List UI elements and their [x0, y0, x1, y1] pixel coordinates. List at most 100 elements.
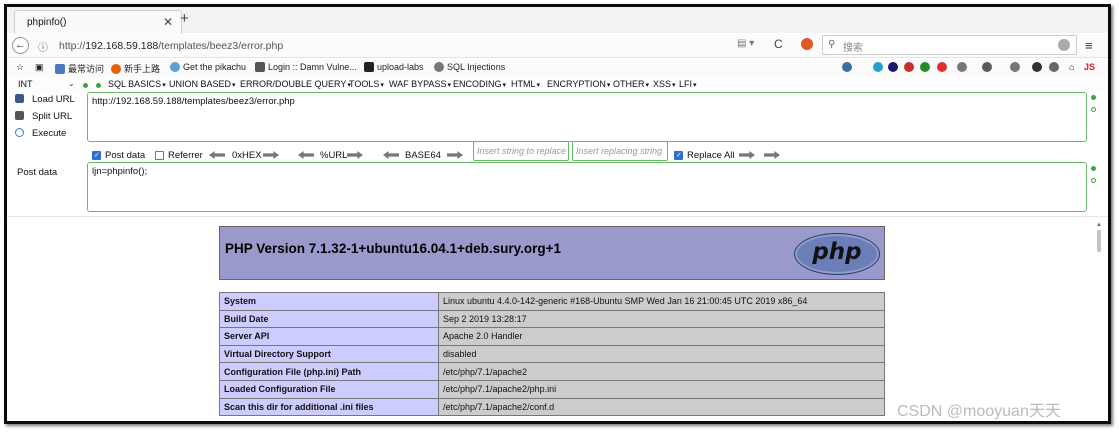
menu-encryption[interactable]: ENCRYPTION [547, 79, 610, 89]
addon-icon[interactable] [1010, 62, 1020, 72]
back-button[interactable]: ← [12, 37, 29, 54]
base64-encode-arrow-icon[interactable] [383, 151, 399, 159]
search-placeholder: 搜索 [843, 43, 863, 54]
phpinfo-table: System Linux ubuntu 4.4.0-142-generic #16… [219, 292, 885, 417]
url-textarea[interactable]: http://192.168.59.188/templates/beez3/er… [87, 92, 1087, 142]
row-key: Build Date [219, 309, 439, 329]
url-prefix: http:// [59, 40, 86, 52]
folder-icon [55, 64, 65, 74]
bookmark-item[interactable]: 最常访问 [55, 62, 104, 75]
page-icon [255, 62, 265, 72]
menu-encoding[interactable]: ENCODING [453, 79, 506, 89]
php-version-title: PHP Version 7.1.32-1+ubuntu16.04.1+deb.s… [225, 241, 562, 256]
post-data-textarea[interactable]: ljn=phpinfo(); [87, 162, 1087, 212]
row-key: Server API [219, 327, 439, 346]
replace-all-checkbox[interactable] [674, 151, 683, 160]
browser-window: phpinfo() ✕ + ← ⓘ http://192.168.59.188/… [4, 4, 1111, 424]
base64-decode-arrow-icon[interactable] [447, 151, 463, 159]
row-key: Loaded Configuration File [219, 379, 439, 399]
referrer-checkbox[interactable] [155, 151, 164, 160]
replace-string-input[interactable]: Insert string to replace [473, 141, 569, 161]
bookmarks-toolbar: ☆ ▣ 最常访问 新手上路 Get the pikachu Login :: D… [7, 59, 1108, 77]
url-decode-arrow-icon[interactable] [347, 151, 363, 159]
bookmark-star-icon[interactable]: ☆ [16, 62, 24, 73]
status-dot [1091, 95, 1096, 100]
menu-union-based[interactable]: UNION BASED [169, 79, 236, 89]
row-key: Scan this dir for additional .ini files [219, 397, 439, 417]
menu-lfi[interactable]: LFI [679, 79, 697, 89]
menu-xss[interactable]: XSS [653, 79, 676, 89]
addon-icon[interactable] [842, 62, 852, 72]
hex-label: 0xHEX [232, 150, 262, 161]
search-input[interactable]: ⚲ 搜索 [822, 35, 1077, 55]
menu-html[interactable]: HTML [511, 79, 540, 89]
shield-icon[interactable] [920, 62, 930, 72]
table-row: Build Date Sep 2 2019 13:28:17 [219, 309, 885, 329]
addon-icon[interactable] [888, 62, 898, 72]
adblock-plus-icon[interactable] [904, 62, 914, 72]
firefox-icon [111, 64, 121, 74]
bookmark-item[interactable]: Get the pikachu [170, 62, 246, 72]
menu-other[interactable]: OTHER [613, 79, 649, 89]
menu-sql-basics[interactable]: SQL BASICS [108, 79, 166, 89]
tab-phpinfo[interactable]: phpinfo() ✕ [14, 10, 182, 34]
addon-icon[interactable] [957, 62, 967, 72]
bookmark-item[interactable]: SQL Injections [434, 62, 505, 72]
reader-icon[interactable]: ▣ [35, 62, 44, 73]
addon-icon[interactable] [982, 62, 992, 72]
row-key: Virtual Directory Support [219, 344, 439, 364]
scrollbar-thumb[interactable] [1097, 230, 1101, 252]
menu-waf-bypass[interactable]: WAF BYPASS [389, 79, 451, 89]
menu-error-double-query[interactable]: ERROR/DOUBLE QUERY [240, 79, 351, 89]
js-label[interactable]: JS [1084, 62, 1095, 72]
status-dot [83, 83, 88, 88]
download-icon[interactable] [1032, 62, 1042, 72]
load-url-button[interactable]: Load URL [15, 94, 75, 105]
split-icon [15, 111, 24, 120]
row-value: /etc/php/7.1/apache2/conf.d [438, 397, 885, 417]
scroll-up-icon[interactable]: ▲ [1096, 222, 1102, 228]
int-select[interactable]: INT ⌄ [18, 79, 75, 89]
scrollbar[interactable]: ▲ [1096, 222, 1103, 412]
hex-decode-arrow-icon[interactable] [263, 151, 279, 159]
post-data-checkbox[interactable] [92, 151, 101, 160]
replacing-string-input[interactable]: Insert replacing string [572, 141, 668, 161]
replace-all-label: Replace All [687, 150, 735, 161]
status-dot [1091, 178, 1096, 183]
url-path: /templates/beez3/error.php [158, 40, 284, 52]
status-dot [96, 83, 101, 88]
navigation-bar: ← ⓘ http://192.168.59.188/templates/beez… [7, 34, 1108, 58]
bookmark-item[interactable]: upload-labs [364, 62, 424, 72]
row-value: disabled [438, 344, 885, 364]
bookmark-item[interactable]: Login :: Damn Vulne... [255, 62, 357, 72]
url-label: %URL [320, 150, 348, 161]
php-logo[interactable]: php [794, 233, 880, 275]
hackbar-menu: INT⌄ SQL BASICS UNION BASED ERROR/DOUBLE… [7, 77, 1108, 93]
address-bar[interactable]: http://192.168.59.188/templates/beez3/er… [59, 40, 283, 52]
referrer-label: Referrer [168, 150, 203, 161]
execute-button[interactable]: Execute [15, 128, 66, 139]
close-icon[interactable]: ✕ [163, 15, 173, 29]
tab-title: phpinfo() [27, 17, 67, 28]
reload-button[interactable]: C [774, 37, 783, 51]
table-row: Server API Apache 2.0 Handler [219, 327, 885, 346]
menu-button[interactable]: ≡ [1085, 38, 1093, 53]
page-actions-icon[interactable]: ▤ ▾ [737, 38, 754, 49]
hex-encode-arrow-icon[interactable] [209, 151, 225, 159]
addon-icon[interactable] [873, 62, 883, 72]
search-engine-icon[interactable] [1058, 39, 1070, 51]
search-icon[interactable] [937, 62, 947, 72]
url-encode-arrow-icon[interactable] [298, 151, 314, 159]
addon-icon[interactable] [1049, 62, 1059, 72]
split-url-button[interactable]: Split URL [15, 111, 72, 122]
adblock-icon[interactable] [801, 38, 813, 50]
row-value: /etc/php/7.1/apache2 [438, 362, 885, 381]
menu-tools[interactable]: TOOLS [349, 79, 384, 89]
new-tab-button[interactable]: + [180, 10, 189, 27]
info-icon[interactable]: ⓘ [38, 39, 48, 54]
status-dot [1091, 166, 1096, 171]
table-row: Configuration File (php.ini) Path/etc/ph… [219, 362, 885, 381]
home-icon[interactable]: ⌂ [1069, 62, 1074, 72]
bookmark-item[interactable]: 新手上路 [111, 62, 160, 75]
load-icon [15, 94, 24, 103]
